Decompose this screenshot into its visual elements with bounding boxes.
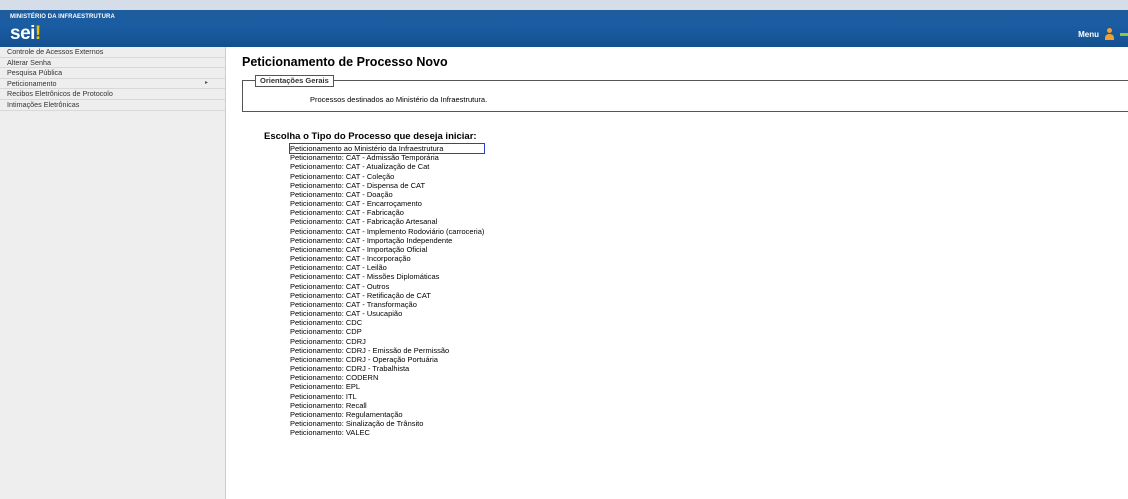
sidebar-item-label: Controle de Acessos Externos xyxy=(7,47,104,56)
process-type-link[interactable]: Peticionamento ao Ministério da Infraest… xyxy=(288,142,486,155)
process-type-link[interactable]: Peticionamento: Regulamentação xyxy=(290,410,484,419)
sidebar-item-label: Intimações Eletrônicas xyxy=(7,99,80,109)
orientacoes-fieldset: Orientações Gerais Processos destinados … xyxy=(242,75,1128,112)
app-header: MINISTÉRIO DA INFRAESTRUTURA sei! Menu xyxy=(0,10,1128,47)
orientacoes-legend: Orientações Gerais xyxy=(255,75,334,87)
sidebar-item-pesquisa-publica[interactable]: Pesquisa Pública xyxy=(0,68,225,79)
user-icon[interactable] xyxy=(1105,28,1114,40)
choose-process-label: Escolha o Tipo do Processo que deseja in… xyxy=(264,131,477,142)
process-type-link[interactable]: Peticionamento: CAT - Admissão Temporári… xyxy=(290,153,484,162)
sidebar-item-label: Pesquisa Pública xyxy=(7,68,63,78)
process-type-link[interactable]: Peticionamento: CAT - Dispensa de CAT xyxy=(290,181,484,190)
sidebar-item-recibos[interactable]: Recibos Eletrônicos de Protocolo xyxy=(0,89,225,100)
process-type-link[interactable]: Peticionamento: CODERN xyxy=(290,373,484,382)
sidebar-item-intimacoes[interactable]: Intimações Eletrônicas xyxy=(0,100,225,111)
browser-top-strip xyxy=(0,0,1128,10)
process-type-link[interactable]: Peticionamento: CAT - Fabricação Artesan… xyxy=(290,217,484,226)
process-type-link[interactable]: Peticionamento: CAT - Atualização de Cat xyxy=(290,162,484,171)
menu-link[interactable]: Menu xyxy=(1078,30,1099,39)
process-type-link[interactable]: Peticionamento: CAT - Incorporação xyxy=(290,254,484,263)
process-type-link[interactable]: Peticionamento: CDP xyxy=(290,327,484,336)
sidebar-item-controle-acessos[interactable]: Controle de Acessos Externos xyxy=(0,47,225,58)
process-type-link[interactable]: Peticionamento: CDC xyxy=(290,318,484,327)
logo-dot: ! xyxy=(34,23,41,44)
page-title: Peticionamento de Processo Novo xyxy=(242,55,448,69)
ministry-name: MINISTÉRIO DA INFRAESTRUTURA xyxy=(10,14,115,20)
process-type-link[interactable]: Peticionamento: Sinalização de Trânsito xyxy=(290,419,484,428)
sei-logo[interactable]: sei! xyxy=(10,24,41,44)
header-actions: Menu xyxy=(1078,27,1128,41)
process-type-list: Peticionamento ao Ministério da Infraest… xyxy=(288,142,486,438)
process-type-link[interactable]: Peticionamento: CAT - Coleção xyxy=(290,172,484,181)
main-content: Peticionamento de Processo Novo Orientaç… xyxy=(242,47,1128,499)
process-type-link[interactable]: Peticionamento: ITL xyxy=(290,392,484,401)
process-type-link[interactable]: Peticionamento: CAT - Doação xyxy=(290,190,484,199)
process-type-link[interactable]: Peticionamento: CAT - Leilão xyxy=(290,263,484,272)
orientacoes-text: Processos destinados ao Ministério da In… xyxy=(310,95,488,104)
process-type-link[interactable]: Peticionamento: CAT - Outros xyxy=(290,282,484,291)
submenu-arrow-icon: ▸ xyxy=(204,79,208,86)
process-type-link[interactable]: Peticionamento: CDRJ xyxy=(290,337,484,346)
sidebar-item-label: Recibos Eletrônicos de Protocolo xyxy=(7,89,113,99)
sidebar-item-label: Peticionamento xyxy=(7,78,57,88)
sidebar-item-peticionamento[interactable]: Peticionamento ▸ xyxy=(0,79,225,90)
process-type-link[interactable]: Peticionamento: CAT - Encarroçamento xyxy=(290,199,484,208)
process-type-link[interactable]: Peticionamento: CAT - Transformação xyxy=(290,300,484,309)
process-type-link[interactable]: Peticionamento: CAT - Usucapião xyxy=(290,309,484,318)
process-type-link[interactable]: Peticionamento: CAT - Implemento Rodoviá… xyxy=(290,227,484,236)
process-type-link[interactable]: Peticionamento: CAT - Importação Indepen… xyxy=(290,236,484,245)
process-type-link[interactable]: Peticionamento: CAT - Fabricação xyxy=(290,208,484,217)
process-type-link[interactable]: Peticionamento: CDRJ - Emissão de Permis… xyxy=(290,346,484,355)
exit-icon[interactable] xyxy=(1120,28,1128,40)
sidebar-item-alterar-senha[interactable]: Alterar Senha xyxy=(0,58,225,69)
process-type-link[interactable]: Peticionamento: CAT - Missões Diplomátic… xyxy=(290,272,484,281)
process-type-link[interactable]: Peticionamento: CDRJ - Operação Portuári… xyxy=(290,355,484,364)
process-type-link[interactable]: Peticionamento: CAT - Retificação de CAT xyxy=(290,291,484,300)
process-type-link[interactable]: Peticionamento: Recall xyxy=(290,401,484,410)
process-type-link[interactable]: Peticionamento: EPL xyxy=(290,382,484,391)
logo-text: sei xyxy=(10,23,35,44)
process-type-link[interactable]: Peticionamento: VALEC xyxy=(290,428,484,437)
process-type-link[interactable]: Peticionamento: CDRJ - Trabalhista xyxy=(290,364,484,373)
sidebar-menu: Controle de Acessos Externos Alterar Sen… xyxy=(0,47,226,499)
sidebar-item-label: Alterar Senha xyxy=(7,57,51,67)
process-type-link[interactable]: Peticionamento: CAT - Importação Oficial xyxy=(290,245,484,254)
